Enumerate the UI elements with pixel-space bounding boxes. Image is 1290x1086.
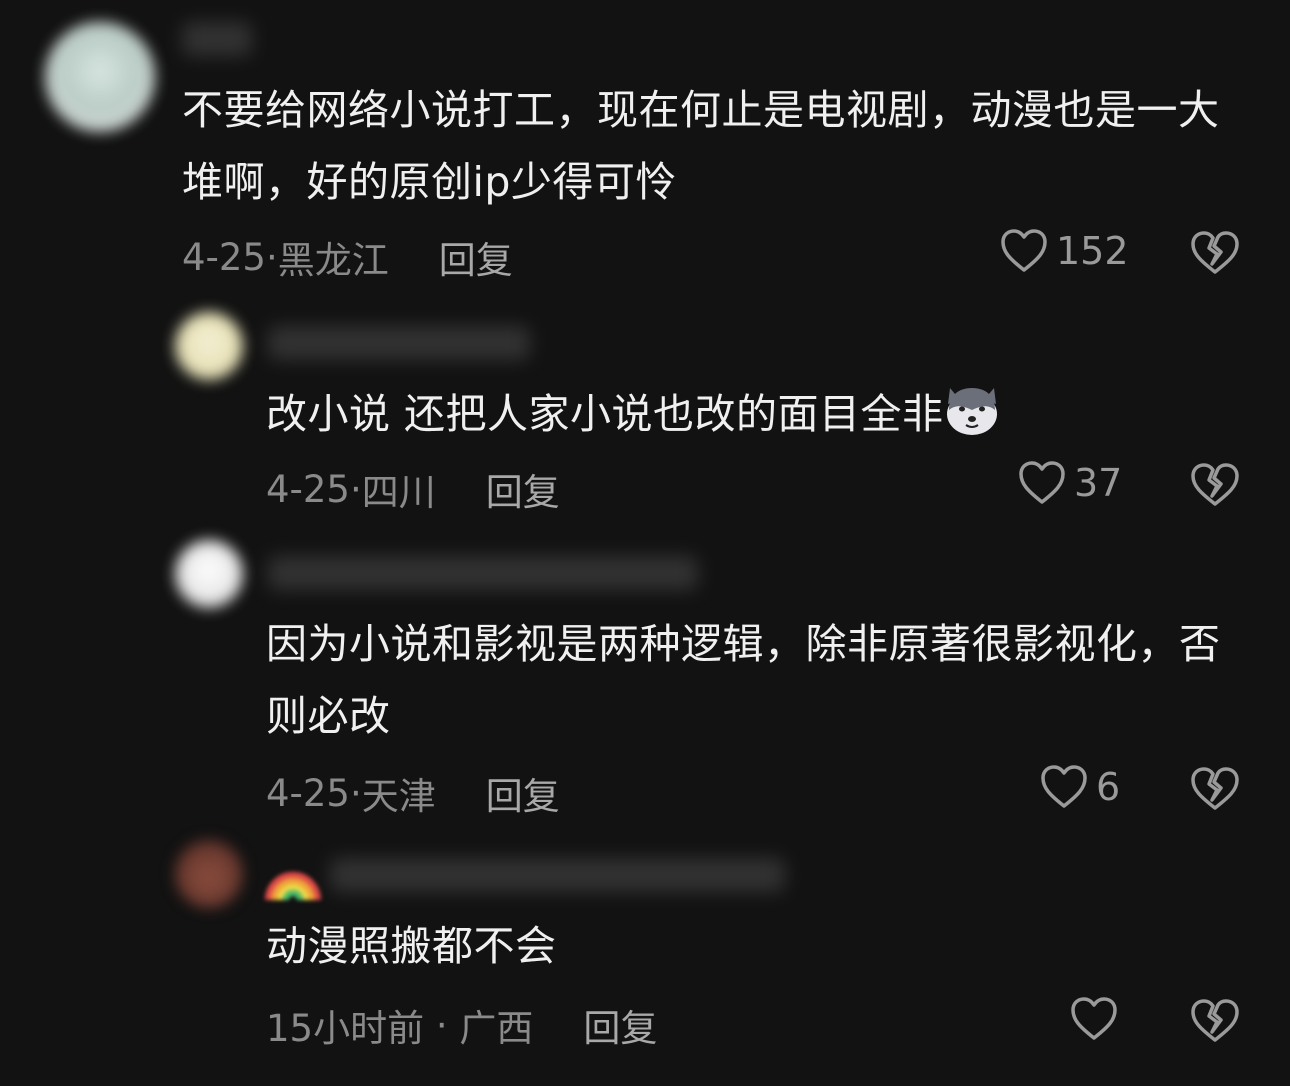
username-blurred[interactable] — [268, 326, 530, 360]
like-count: 152 — [1056, 229, 1129, 273]
avatar[interactable] — [175, 840, 243, 908]
dislike-button[interactable] — [1190, 766, 1240, 816]
avatar[interactable] — [175, 312, 243, 380]
dislike-button[interactable] — [1190, 230, 1240, 280]
avatar[interactable] — [175, 540, 243, 608]
like-count: 37 — [1074, 461, 1123, 505]
reply-button[interactable]: 回复 — [486, 766, 560, 820]
comment-location: 黑龙江 — [277, 239, 389, 282]
comment-location: 天津 — [361, 775, 436, 818]
reply-button[interactable]: 回复 — [439, 230, 513, 284]
comment-meta: 15小时前 · 广西 回复 — [266, 998, 657, 1052]
comment-text: 不要给网络小说打工，现在何止是电视剧，动漫也是一大堆啊，好的原创ip少得可怜 — [182, 86, 1220, 206]
rainbow-emoji — [265, 872, 321, 901]
heart-outline-icon — [1071, 997, 1117, 1040]
comment-location: 广西 — [459, 1007, 534, 1050]
comment-meta: 4-25 · 四川 回复 — [266, 462, 560, 516]
username-blurred[interactable] — [268, 556, 698, 590]
like-button[interactable]: 37 — [1018, 460, 1122, 506]
heart-outline-icon — [1001, 229, 1047, 272]
comment-location: 四川 — [361, 471, 436, 514]
dislike-button[interactable] — [1190, 998, 1240, 1048]
comment-date: 15小时前 — [266, 1007, 425, 1050]
broken-heart-icon — [1191, 767, 1239, 810]
comment-meta: 4-25 · 黑龙江 回复 — [182, 230, 513, 284]
reply-button[interactable]: 回复 — [486, 462, 560, 516]
avatar[interactable] — [45, 22, 155, 132]
broken-heart-icon — [1191, 463, 1239, 506]
heart-outline-icon — [1041, 765, 1087, 808]
username-blurred[interactable] — [182, 22, 252, 56]
like-button[interactable] — [1070, 996, 1126, 1042]
comment-date: 4-25 — [182, 235, 266, 279]
like-count: 6 — [1096, 765, 1121, 809]
husky-emoji — [946, 388, 997, 435]
username-blurred[interactable] — [330, 858, 785, 892]
like-button[interactable]: 152 — [1000, 228, 1129, 274]
like-button[interactable]: 6 — [1040, 764, 1120, 810]
comment-meta: 4-25 · 天津 回复 — [266, 766, 560, 820]
dislike-button[interactable] — [1190, 462, 1240, 512]
broken-heart-icon — [1191, 999, 1239, 1042]
comment-text: 改小说 还把人家小说也改的面目全非 — [266, 378, 1166, 450]
comment-date: 4-25 — [266, 771, 350, 815]
comment-date: 4-25 — [266, 467, 350, 511]
comment-text: 动漫照搬都不会 — [266, 922, 557, 970]
heart-outline-icon — [1019, 461, 1065, 504]
reply-button[interactable]: 回复 — [583, 998, 657, 1052]
comment-text: 因为小说和影视是两种逻辑，除非原著很影视化，否则必改 — [266, 620, 1221, 740]
broken-heart-icon — [1191, 231, 1239, 274]
comment-thread: 不要给网络小说打工，现在何止是电视剧，动漫也是一大堆啊，好的原创ip少得可怜 4… — [0, 0, 1290, 1086]
